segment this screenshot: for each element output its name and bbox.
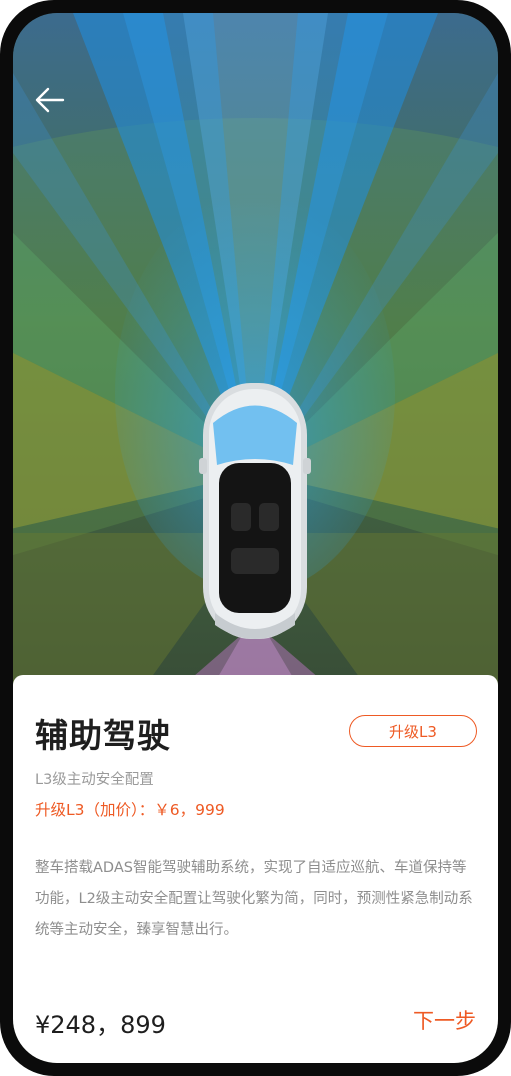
phone-frame: 辅助驾驶 升级L3 L3级主动安全配置 升级L3（加价）：￥6，999 整车搭载… — [0, 0, 511, 1076]
back-button[interactable] — [33, 83, 67, 117]
upgrade-price-text: 升级L3（加价）：￥6，999 — [35, 801, 225, 819]
sensor-illustration — [13, 13, 498, 703]
upgrade-l3-button[interactable]: 升级L3 — [349, 715, 477, 747]
next-step-button[interactable]: 下一步 — [413, 1005, 476, 1035]
arrow-left-icon — [35, 87, 65, 113]
feature-title: 辅助驾驶 — [35, 716, 171, 755]
car-icon — [199, 383, 311, 639]
feature-subtitle: L3级主动安全配置 — [35, 772, 154, 788]
feature-detail-sheet: 辅助驾驶 升级L3 L3级主动安全配置 升级L3（加价）：￥6，999 整车搭载… — [13, 675, 498, 1063]
screen: 辅助驾驶 升级L3 L3级主动安全配置 升级L3（加价）：￥6，999 整车搭载… — [13, 13, 498, 1063]
total-price: ¥248，899 — [35, 1011, 166, 1039]
feature-description: 整车搭载ADAS智能驾驶辅助系统，实现了自适应巡航、车道保持等功能，L2级主动安… — [35, 860, 473, 938]
sensor-coverage-visual — [13, 13, 498, 703]
